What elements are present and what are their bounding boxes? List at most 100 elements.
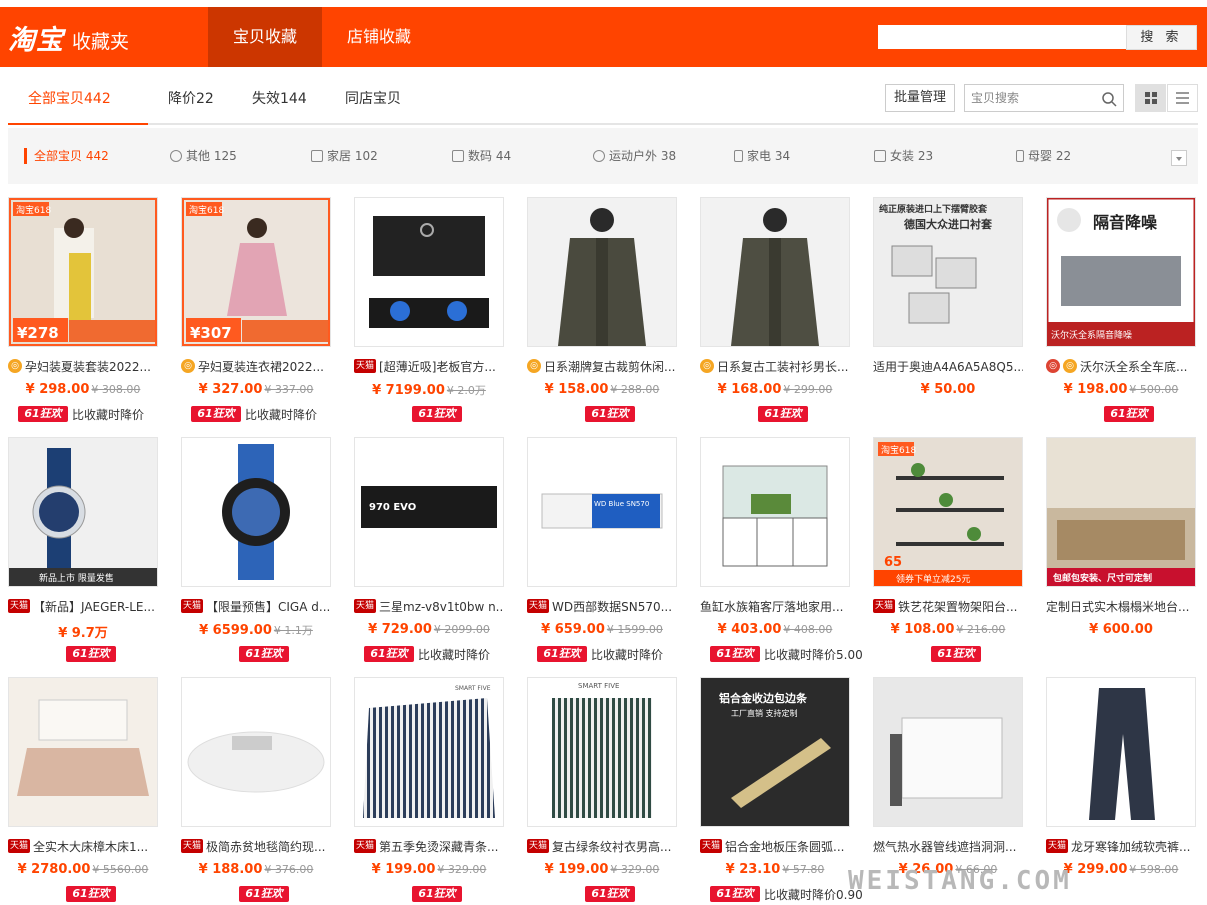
product-title-row[interactable]: 天猫 复古绿条纹衬衣男高...	[527, 837, 677, 855]
promo-618-badge: 61狂欢	[585, 406, 635, 422]
product-image[interactable]: WD Blue SN570	[527, 437, 677, 587]
product-title-row[interactable]: 燃气热水器管线遮挡洞洞...	[873, 837, 1023, 855]
product-original-price: ¥ 500.00	[1129, 383, 1179, 396]
svg-text:SMART FIVE: SMART FIVE	[455, 685, 491, 692]
product-title-row[interactable]: 天猫 三星mz-v8v1t0bw n...	[354, 597, 504, 615]
promo-row: 61狂欢	[1046, 405, 1207, 423]
product-title: 【限量预售】CIGA d...	[206, 599, 331, 614]
svg-text:淘宝618: 淘宝618	[881, 444, 916, 456]
product-title-row[interactable]: 天猫 龙牙寒锋加绒软壳裤...	[1046, 837, 1196, 855]
product-image[interactable]	[181, 437, 331, 587]
category-sports[interactable]: 运动户外 38	[593, 128, 676, 184]
product-image[interactable]: 淘宝618 ¥278	[8, 197, 158, 347]
product-image[interactable]: 970 EVO	[354, 437, 504, 587]
product-image[interactable]: 新品上市 限量发售	[8, 437, 158, 587]
product-title-row[interactable]: 天猫 [超薄近吸]老板官方...	[354, 357, 504, 375]
product-image[interactable]: SMART FIVE	[527, 677, 677, 827]
plus-circle-icon	[170, 150, 182, 162]
product-title-row[interactable]: ◎ 孕妇夏装连衣裙2022...	[181, 357, 331, 375]
product-image[interactable]	[181, 677, 331, 827]
product-title-row[interactable]: 鱼缸水族箱客厅落地家用...	[700, 597, 850, 615]
category-other[interactable]: 其他 125	[170, 128, 237, 184]
product-price: ¥ 188.00	[198, 862, 263, 877]
product-image[interactable]: 隔音降噪 沃尔沃全系隔音降噪	[1046, 197, 1196, 347]
nav-tab-shop-favorites[interactable]: 店铺收藏	[322, 7, 436, 67]
product-image[interactable]	[873, 677, 1023, 827]
bottle-icon	[1016, 150, 1024, 162]
product-image[interactable]: 铝合金收边包边条 工厂直销 支持定制	[700, 677, 850, 827]
list-icon	[1176, 92, 1189, 104]
taobao-logo[interactable]: 淘宝 收藏夹	[8, 18, 129, 56]
product-title: 适用于奥迪A4A6A5A8Q5...	[873, 359, 1023, 374]
tab-same-shop[interactable]: 同店宝贝	[345, 73, 401, 125]
nav-tab-item-favorites[interactable]: 宝贝收藏	[208, 7, 322, 67]
product-title-row[interactable]: 适用于奥迪A4A6A5A8Q5...	[873, 357, 1023, 375]
item-search-input[interactable]: 宝贝搜索	[964, 84, 1096, 112]
product-title-row[interactable]: ◎ 日系复古工装衬衫男长...	[700, 357, 850, 375]
promo-row: 61狂欢	[354, 885, 524, 903]
product-title-row[interactable]: 天猫 铝合金地板压条圆弧...	[700, 837, 850, 855]
dress-icon	[874, 150, 886, 162]
product-title-row[interactable]: ◎ 日系潮牌复古裁剪休闲...	[527, 357, 677, 375]
home-icon	[311, 150, 323, 162]
tab-expired[interactable]: 失效144	[252, 73, 307, 125]
product-image[interactable]	[8, 677, 158, 827]
product-title-row[interactable]: 天猫 【新品】JAEGER-LE...	[8, 597, 158, 615]
product-title-row[interactable]: ◎ 孕妇装夏装套装2022...	[8, 357, 158, 375]
promo-618-badge: 61狂欢	[710, 886, 760, 902]
product-original-price: ¥ 299.00	[783, 383, 833, 396]
product-image[interactable]: 包邮包安装、尺寸可定制	[1046, 437, 1196, 587]
batch-manage-button[interactable]: 批量管理	[885, 84, 955, 112]
svg-text:新品上市 限量发售: 新品上市 限量发售	[39, 572, 114, 584]
item-search-button[interactable]	[1095, 84, 1124, 112]
category-bar: 全部宝贝 442 其他 125 家居 102 数码 44 运动户外 38 家电 …	[8, 128, 1198, 184]
product-price: ¥ 199.00	[371, 862, 436, 877]
product-image[interactable]: SMART FIVE	[354, 677, 504, 827]
product-image[interactable]	[527, 197, 677, 347]
product-title-row[interactable]: ◎ ◎ 沃尔沃全系全车底...	[1046, 357, 1196, 375]
product-original-price: ¥ 2.0万	[446, 384, 486, 397]
globe-icon	[593, 150, 605, 162]
product-title-row[interactable]: 天猫 第五季免烫深藏青条...	[354, 837, 504, 855]
product-image[interactable]	[700, 197, 850, 347]
product-image[interactable]: 纯正原装进口上下摆臂胶套 德国大众进口衬套	[873, 197, 1023, 347]
list-view-button[interactable]	[1167, 84, 1198, 112]
product-title-row[interactable]: 定制日式实木榻榻米地台...	[1046, 597, 1196, 615]
price-drop-note: 比收藏时降价	[591, 647, 664, 662]
product-price-row: ¥ 199.00 ¥ 329.00	[527, 862, 677, 880]
category-all[interactable]: 全部宝贝 442	[24, 128, 109, 184]
product-image[interactable]: 淘宝618 ¥307	[181, 197, 331, 347]
promo-618-badge: 61狂欢	[585, 886, 635, 902]
promo-618-badge: 61狂欢	[191, 406, 241, 422]
product-title-row[interactable]: 天猫 WD西部数据SN570...	[527, 597, 677, 615]
product-price: ¥ 659.00	[541, 622, 605, 637]
product-title: 龙牙寒锋加绒软壳裤...	[1071, 839, 1191, 854]
product-title: 孕妇夏装连衣裙2022...	[198, 359, 324, 374]
category-appliance[interactable]: 家电 34	[734, 128, 790, 184]
product-image[interactable]	[354, 197, 504, 347]
header-search-input[interactable]	[878, 25, 1126, 49]
promo-row: 61狂欢	[527, 405, 697, 423]
product-image[interactable]	[1046, 677, 1196, 827]
product-image[interactable]: 淘宝618 65 领券下单立减25元	[873, 437, 1023, 587]
grid-view-button[interactable]	[1135, 84, 1166, 112]
category-home[interactable]: 家居 102	[311, 128, 378, 184]
tab-all-items[interactable]: 全部宝贝442	[28, 73, 111, 125]
tmall-badge-icon: 天猫	[354, 839, 377, 853]
watermark: WEISTANG.COM	[848, 866, 1072, 896]
tab-price-drop[interactable]: 降价22	[168, 73, 214, 125]
product-price-row: ¥ 2780.00 ¥ 5560.00	[8, 862, 158, 880]
product-title: 孕妇装夏装套装2022...	[25, 359, 151, 374]
svg-text:包邮包安装、尺寸可定制: 包邮包安装、尺寸可定制	[1052, 572, 1152, 584]
product-image[interactable]	[700, 437, 850, 587]
category-womens[interactable]: 女装 23	[874, 128, 933, 184]
product-price-row: ¥ 158.00 ¥ 288.00	[527, 382, 677, 400]
expand-categories-button[interactable]	[1171, 150, 1187, 166]
product-title-row[interactable]: 天猫 铁艺花架置物架阳台...	[873, 597, 1023, 615]
category-baby[interactable]: 母婴 22	[1016, 128, 1071, 184]
category-digital[interactable]: 数码 44	[452, 128, 511, 184]
header-search-button[interactable]: 搜 索	[1126, 25, 1197, 50]
product-title-row[interactable]: 天猫 极简赤贫地毯简约现...	[181, 837, 331, 855]
product-title-row[interactable]: 天猫 【限量预售】CIGA d...	[181, 597, 331, 615]
product-title-row[interactable]: 天猫 全实木大床樟木床1...	[8, 837, 158, 855]
